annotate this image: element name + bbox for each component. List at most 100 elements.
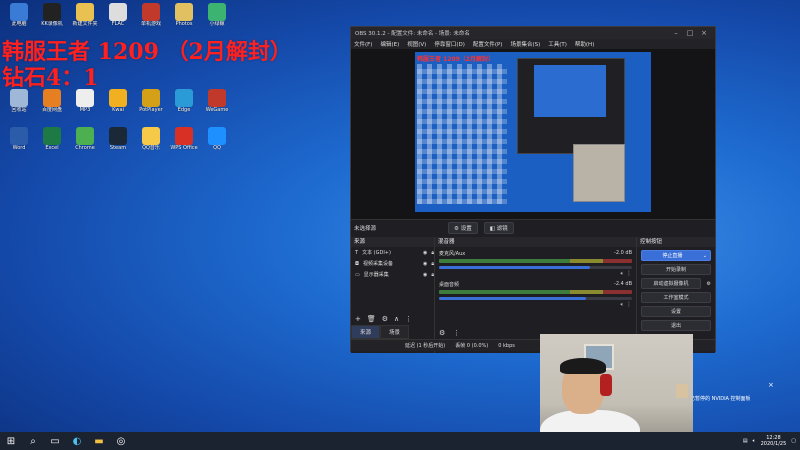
- edge-icon[interactable]: ◐: [66, 432, 88, 450]
- volume-slider[interactable]: [439, 266, 632, 269]
- desktop-shortcut[interactable]: QQ音乐: [135, 126, 167, 162]
- desktop-shortcut-label: WeGame: [205, 107, 229, 113]
- menu-edit[interactable]: 编辑(E): [380, 40, 399, 48]
- more-icon[interactable]: ⋮: [405, 315, 412, 323]
- eye-icon[interactable]: ◉: [423, 250, 427, 256]
- search-icon[interactable]: ⌕: [22, 432, 44, 450]
- desktop-shortcut-label: 此电脑: [11, 21, 27, 27]
- desktop-shortcut-label: 回收站: [11, 107, 27, 113]
- volume-meter: [439, 290, 632, 294]
- taskbar: ⊞ ⌕ ▭ ◐ ▬ ◎ ▤ 🔈︎ 12:28 2020/1/25 ▢: [0, 432, 800, 450]
- more-icon[interactable]: ⋮: [626, 301, 632, 308]
- filter-icon: ◧: [489, 225, 495, 232]
- desktop-shortcut[interactable]: WeGame: [201, 88, 233, 124]
- file-explorer-icon[interactable]: ▬: [88, 432, 110, 450]
- camera-icon: ◘: [355, 260, 359, 267]
- desktop-shortcut[interactable]: Excel: [36, 126, 68, 162]
- desktop-shortcut[interactable]: Edge: [168, 88, 200, 124]
- menu-help[interactable]: 帮助(H): [575, 40, 594, 48]
- app-icon: [109, 3, 127, 21]
- app-icon: [10, 127, 28, 145]
- menu-file[interactable]: 文件(F): [354, 40, 372, 48]
- desktop-shortcut[interactable]: Chrome: [69, 126, 101, 162]
- desktop-shortcut[interactable]: MP3: [69, 88, 101, 124]
- desktop-shortcut[interactable]: KK录像机: [36, 2, 68, 38]
- desktop-shortcut-label: 小绿鲸: [209, 21, 225, 27]
- source-settings-button[interactable]: ⚙ 设置: [448, 221, 478, 234]
- settings-button[interactable]: 设置: [641, 306, 711, 317]
- lock-icon[interactable]: 🔒︎: [431, 250, 434, 256]
- menu-profile[interactable]: 配置文件(P): [473, 40, 503, 48]
- app-icon: [43, 3, 61, 21]
- desktop-shortcut-label: FLAC: [111, 21, 125, 27]
- eye-icon[interactable]: ◉: [423, 261, 427, 267]
- desktop-shortcut[interactable]: 新建文件夹: [69, 2, 101, 38]
- desktop-shortcut[interactable]: 百度网盘: [36, 88, 68, 124]
- more-icon[interactable]: ⋮: [626, 270, 632, 277]
- desktop-shortcut[interactable]: 此电脑: [3, 2, 35, 38]
- source-item[interactable]: T 文本 (GDI+) ◉ 🔒︎: [351, 247, 434, 258]
- source-properties-icon[interactable]: ⚙: [382, 315, 388, 323]
- obs-window: OBS 30.1.2 - 配置文件: 未命名 - 场景: 未命名 – □ × 文…: [350, 26, 716, 353]
- desktop-shortcut[interactable]: 小绿鲸: [201, 2, 233, 38]
- obs-icon[interactable]: ◎: [110, 432, 132, 450]
- advanced-audio-icon[interactable]: ⚙: [439, 329, 445, 337]
- notification-icon[interactable]: ▢: [791, 438, 796, 444]
- clock[interactable]: 12:28 2020/1/25: [761, 435, 787, 447]
- source-filters-button[interactable]: ◧ 滤镜: [483, 221, 514, 234]
- speaker-icon[interactable]: 🔈︎: [620, 270, 624, 277]
- close-icon[interactable]: ×: [697, 29, 711, 37]
- app-icon: [142, 89, 160, 107]
- tab-scenes[interactable]: 场景: [380, 325, 410, 339]
- desktop-shortcut[interactable]: PotPlayer: [135, 88, 167, 124]
- delay-status: 延迟 (1 秒后开始): [405, 343, 446, 349]
- network-icon[interactable]: ▤: [743, 438, 748, 444]
- desktop-shortcut[interactable]: Word: [3, 126, 35, 162]
- desktop-shortcut[interactable]: QQ: [201, 126, 233, 162]
- source-item[interactable]: ◘ 视频采集设备 ◉ 🔒︎: [351, 258, 434, 269]
- obs-menubar: 文件(F) 编辑(E) 视图(V) 停靠窗口(D) 配置文件(P) 场景集合(S…: [351, 39, 715, 49]
- stop-stream-button[interactable]: 停止直播 ⌄: [641, 250, 711, 261]
- gear-icon[interactable]: ⚙: [707, 279, 711, 289]
- desktop-shortcut[interactable]: Photos: [168, 2, 200, 38]
- add-source-icon[interactable]: +: [355, 315, 361, 323]
- preview-canvas: 韩服王者 1209（2月解封）: [415, 52, 651, 212]
- volume-slider[interactable]: [439, 297, 632, 300]
- speaker-icon[interactable]: 🔈︎: [620, 301, 624, 308]
- gear-icon: ⚙: [454, 225, 459, 232]
- desktop-shortcut-label: Excel: [45, 145, 59, 151]
- start-record-button[interactable]: 开始录制: [641, 264, 711, 275]
- channel-db: -2.0 dB: [614, 250, 632, 256]
- desktop-shortcut[interactable]: WPS Office: [168, 126, 200, 162]
- desktop-shortcut[interactable]: 单机游戏: [135, 2, 167, 38]
- tab-sources[interactable]: 来源: [351, 325, 381, 339]
- desktop-shortcut[interactable]: 回收站: [3, 88, 35, 124]
- lock-icon[interactable]: 🔒︎: [431, 272, 434, 278]
- menu-scene-collection[interactable]: 场景集合(S): [510, 40, 540, 48]
- lock-icon[interactable]: 🔒︎: [431, 261, 434, 267]
- volume-icon[interactable]: 🔈︎: [753, 438, 756, 444]
- studio-mode-button[interactable]: 工作室模式: [641, 292, 711, 303]
- exit-button[interactable]: 退出: [641, 320, 711, 331]
- eye-icon[interactable]: ◉: [423, 272, 427, 278]
- close-icon[interactable]: ×: [768, 381, 774, 389]
- minimize-icon[interactable]: –: [669, 29, 683, 37]
- virtual-camera-button[interactable]: 启动虚拟摄像机 ⚙: [641, 278, 711, 289]
- more-icon[interactable]: ⋮: [453, 329, 460, 337]
- desktop-shortcut[interactable]: Steam: [102, 126, 134, 162]
- menu-tools[interactable]: 工具(T): [548, 40, 567, 48]
- desktop-shortcut[interactable]: FLAC: [102, 2, 134, 38]
- obs-preview[interactable]: 韩服王者 1209（2月解封）: [351, 49, 715, 219]
- app-icon: [76, 3, 94, 21]
- menu-view[interactable]: 视图(V): [407, 40, 426, 48]
- desktop-shortcut-label: Photos: [175, 21, 193, 27]
- source-item[interactable]: ▭ 显示器采集 ◉ 🔒︎: [351, 269, 434, 280]
- desktop-shortcut[interactable]: Kwai: [102, 88, 134, 124]
- maximize-icon[interactable]: □: [683, 29, 697, 37]
- remove-source-icon[interactable]: 🗑︎: [367, 315, 376, 323]
- windows-start-icon[interactable]: ⊞: [0, 432, 22, 450]
- task-view-icon[interactable]: ▭: [44, 432, 66, 450]
- desktop-shortcut-label: Steam: [109, 145, 127, 151]
- move-up-icon[interactable]: ∧: [394, 315, 399, 323]
- menu-docks[interactable]: 停靠窗口(D): [434, 40, 465, 48]
